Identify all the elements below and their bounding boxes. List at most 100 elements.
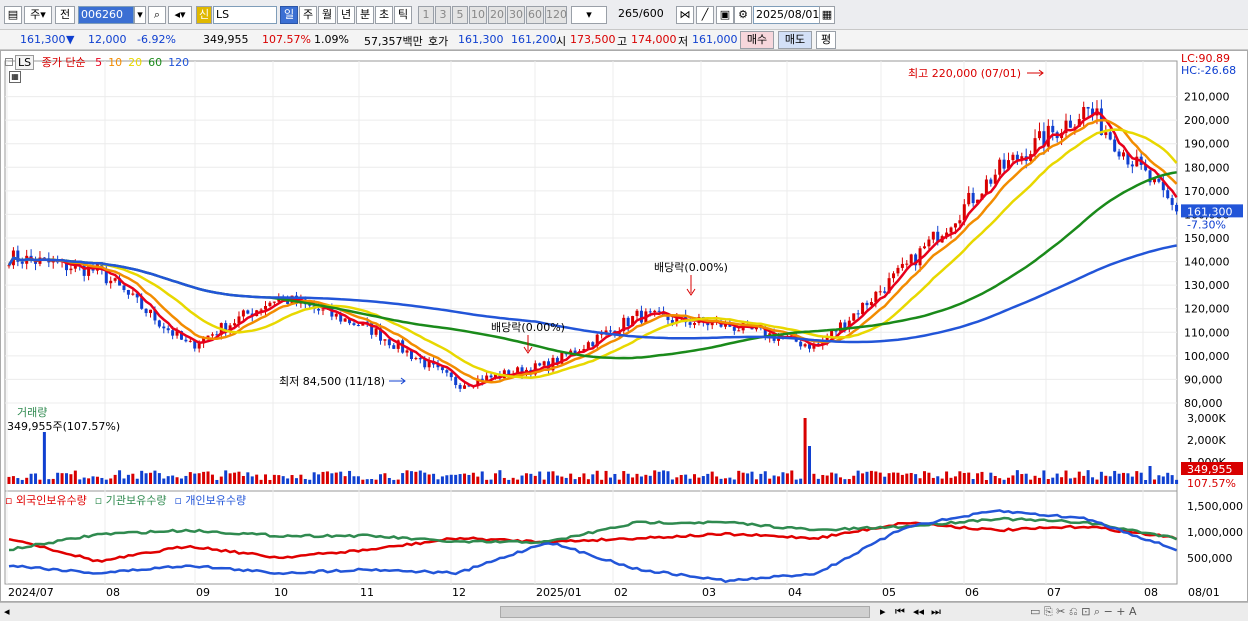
volume-bar xyxy=(564,477,568,484)
volume-bar xyxy=(732,479,736,484)
minute-tab-120[interactable]: 120 xyxy=(545,6,567,24)
scroll-left-icon[interactable]: ◂ xyxy=(4,605,10,618)
period-tab-3[interactable]: 년 xyxy=(337,6,355,24)
calendar-icon[interactable]: ▦ xyxy=(819,6,835,24)
volume-bar xyxy=(794,479,798,484)
volume-bar xyxy=(153,470,157,484)
volume-bar xyxy=(202,471,206,484)
zoom-tools-icon[interactable]: ▭ ⎘ ✂ ⎌ ⊡ ⌕ − + A xyxy=(1030,605,1137,619)
period-tab-5[interactable]: 초 xyxy=(375,6,393,24)
volume-value: 349,955주(107.57%) xyxy=(7,420,121,433)
volume-bar xyxy=(34,473,38,484)
volume-bar xyxy=(184,475,188,484)
volume-bar xyxy=(268,479,272,484)
holding-legend-1[interactable]: ▫ 기관보유수량 xyxy=(95,494,167,507)
candle-body xyxy=(387,339,391,346)
volume-bar xyxy=(69,474,73,484)
candle-body xyxy=(352,323,356,325)
code-input[interactable]: 006260 xyxy=(78,6,134,24)
volume-bar xyxy=(737,470,741,484)
tool-icon-2[interactable]: ╱ xyxy=(696,6,714,24)
candle-body xyxy=(949,227,953,233)
period-tab-6[interactable]: 틱 xyxy=(394,6,412,24)
ma-legend-120[interactable]: 120 xyxy=(168,56,189,69)
change: 12,000 xyxy=(88,33,127,46)
volume-bar xyxy=(233,472,237,484)
name-field[interactable]: LS xyxy=(213,6,277,24)
scrollbar[interactable]: ◂ ▸ ⏮ ◂◂ ⏭ ▭ ⎘ ✂ ⎌ ⊡ ⌕ − + A xyxy=(0,602,1248,621)
scroll-thumb[interactable] xyxy=(500,606,870,618)
count-input[interactable]: 265/600 xyxy=(616,6,668,24)
ma-legend-60[interactable]: 60 xyxy=(148,56,162,69)
prev-button[interactable]: 전 xyxy=(55,6,75,24)
dividend-annotation-2: 배당락(0.00%) xyxy=(491,321,565,334)
volume-bar xyxy=(1042,470,1046,484)
volume-bar xyxy=(1095,479,1099,484)
volume-tick-label: 2,000K xyxy=(1187,434,1226,447)
minute-tab-20[interactable]: 20 xyxy=(488,6,506,24)
volume-bar xyxy=(436,479,440,484)
volume-bar xyxy=(953,476,957,484)
eval-button[interactable]: 평 xyxy=(816,31,836,49)
chart-svg[interactable]: 210,000200,000190,000180,000170,000160,0… xyxy=(1,51,1247,601)
volume-bar xyxy=(277,475,281,484)
period-tab-2[interactable]: 월 xyxy=(318,6,336,24)
scroll-right-icon[interactable]: ▸ xyxy=(880,605,886,618)
save-icon[interactable]: ▣ xyxy=(716,6,734,24)
chart-area[interactable]: 210,000200,000190,000180,000170,000160,0… xyxy=(0,50,1248,602)
volume-bar xyxy=(463,473,467,484)
x-tick-label: 06 xyxy=(965,586,979,599)
period-tab-0[interactable]: 일 xyxy=(280,6,298,24)
minute-tab-30[interactable]: 30 xyxy=(507,6,525,24)
date-input[interactable]: 2025/08/01 xyxy=(753,6,821,24)
grid-icon[interactable]: ▦ xyxy=(9,71,21,83)
nav-first-icon[interactable]: ⏮ xyxy=(895,605,905,619)
ma-legend-5[interactable]: 5 xyxy=(95,56,102,69)
price-tick-label: 150,000 xyxy=(1184,232,1230,245)
candle-body xyxy=(188,340,192,342)
volume-bar xyxy=(60,473,64,484)
volume-bar xyxy=(1175,479,1179,484)
period-tab-4[interactable]: 분 xyxy=(356,6,374,24)
minute-tab-1[interactable]: 1 xyxy=(418,6,434,24)
code-value: 006260 xyxy=(81,8,123,21)
window-menu-icon[interactable]: ▤ xyxy=(4,6,22,24)
x-tick-label: 07 xyxy=(1047,586,1061,599)
nav-prev-icon[interactable]: ◂◂ xyxy=(913,605,924,618)
minute-tab-10[interactable]: 10 xyxy=(469,6,487,24)
minute-tab-3[interactable]: 3 xyxy=(435,6,451,24)
candle-body xyxy=(591,342,595,347)
speaker-icon[interactable]: ◂▾ xyxy=(168,6,192,24)
period-tab-1[interactable]: 주 xyxy=(299,6,317,24)
legend-symbol[interactable]: LS xyxy=(15,55,35,70)
ma-legend-10[interactable]: 10 xyxy=(108,56,122,69)
code-dropdown-icon[interactable]: ▾ xyxy=(134,6,146,24)
sell-button[interactable]: 매도 xyxy=(778,31,812,49)
volume-bar xyxy=(701,476,705,484)
candle-body xyxy=(405,350,409,353)
search-icon[interactable]: ⌕ xyxy=(148,6,166,24)
tool-icon-1[interactable]: ⋈ xyxy=(676,6,694,24)
buy-button[interactable]: 매수 xyxy=(740,31,774,49)
ma-legend-20[interactable]: 20 xyxy=(128,56,142,69)
minute-tab-60[interactable]: 60 xyxy=(526,6,544,24)
market-select[interactable]: 주▾ xyxy=(24,6,52,24)
minute-tab-5[interactable]: 5 xyxy=(452,6,468,24)
volume-bar xyxy=(485,479,489,484)
holding-legend-2[interactable]: ▫ 개인보유수량 xyxy=(174,494,246,507)
volume-bar xyxy=(746,473,750,484)
volume-bar xyxy=(383,473,387,484)
volume-bar xyxy=(816,478,820,484)
volume-bar xyxy=(595,470,599,484)
minute-dropdown[interactable]: ▾ xyxy=(571,6,607,24)
price-tick-label: 210,000 xyxy=(1184,91,1230,104)
candle-body xyxy=(803,344,807,347)
nav-last-icon[interactable]: ⏭ xyxy=(931,605,941,619)
candle-body xyxy=(865,302,869,306)
candle-body xyxy=(953,223,957,228)
gear-icon[interactable]: ⚙ xyxy=(734,6,752,24)
volume-bar xyxy=(838,477,842,484)
volume-bar xyxy=(1126,473,1130,484)
volume-bar xyxy=(710,471,714,484)
holding-legend-0[interactable]: ▫ 외국인보유수량 xyxy=(5,494,87,507)
